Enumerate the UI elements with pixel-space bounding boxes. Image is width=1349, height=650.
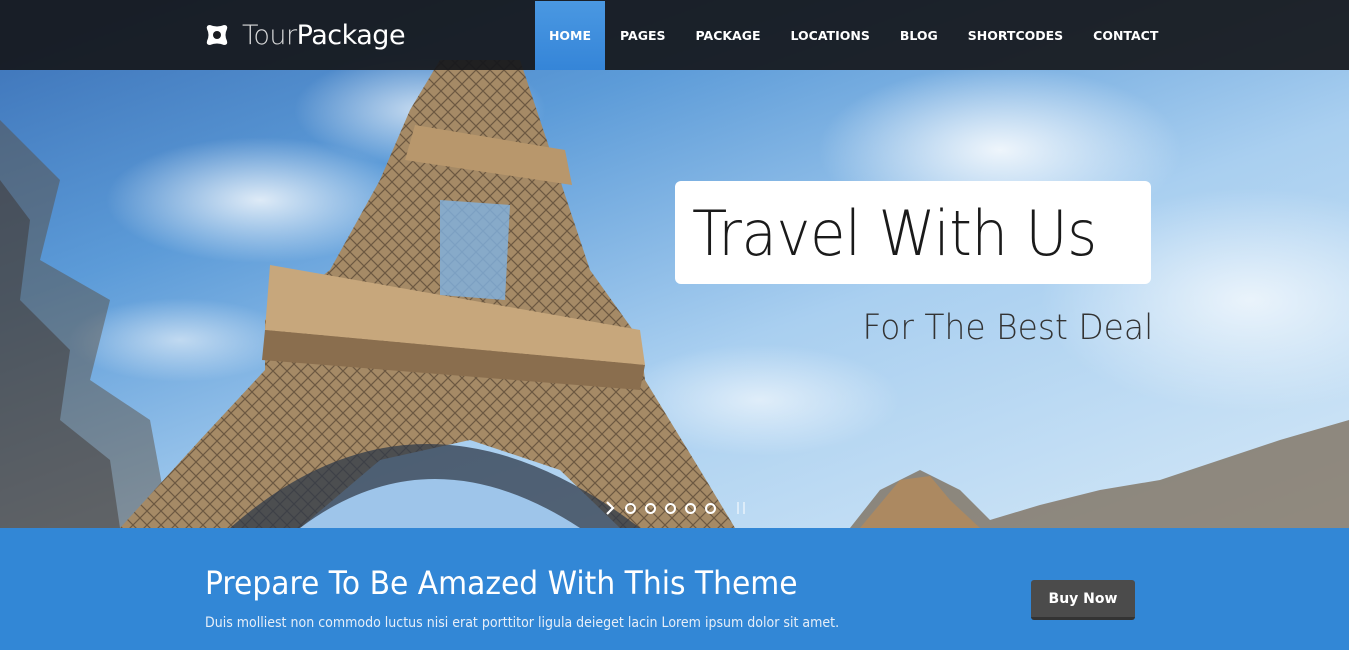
hero-subtitle: For The Best Deal (862, 308, 1153, 348)
logo-text: TourPackage (242, 19, 406, 51)
nav-blog[interactable]: BLOG (885, 1, 953, 70)
slider-dot-4[interactable] (685, 502, 696, 514)
slider-dot-3[interactable] (665, 502, 676, 514)
slider-dot-5[interactable] (705, 502, 716, 514)
buy-now-button[interactable]: Buy Now (1031, 580, 1135, 620)
nav-pages[interactable]: PAGES (605, 1, 681, 70)
hero-slider: Travel With Us For The Best Deal (0, 0, 1349, 528)
logo[interactable]: TourPackage (204, 18, 406, 52)
logo-text-bold: Package (296, 19, 406, 51)
chevron-right-icon[interactable] (604, 500, 616, 516)
top-navbar: TourPackage HOME PAGES PACKAGE LOCATIONS… (0, 0, 1349, 70)
slider-dot-1[interactable] (625, 502, 636, 514)
cta-band: Prepare To Be Amazed With This Theme Dui… (0, 528, 1349, 650)
cta-text: Duis molliest non commodo luctus nisi er… (205, 615, 840, 631)
nav-shortcodes[interactable]: SHORTCODES (953, 1, 1078, 70)
pause-icon[interactable] (737, 502, 745, 514)
nav-locations[interactable]: LOCATIONS (776, 1, 885, 70)
logo-text-light: Tour (242, 19, 297, 51)
slider-controls (604, 499, 745, 517)
nav-package[interactable]: PACKAGE (681, 1, 776, 70)
nav-home[interactable]: HOME (535, 1, 605, 70)
slider-dot-2[interactable] (645, 502, 656, 514)
tower-structure (120, 60, 735, 528)
trees-right (850, 420, 1349, 528)
hero-title: Travel With Us (692, 197, 1097, 270)
cta-title: Prepare To Be Amazed With This Theme (205, 564, 798, 602)
nav-contact[interactable]: CONTACT (1078, 1, 1173, 70)
trees-left (0, 120, 170, 528)
flower-logo-icon (206, 25, 228, 45)
main-nav: HOME PAGES PACKAGE LOCATIONS BLOG SHORTC… (535, 1, 1173, 70)
